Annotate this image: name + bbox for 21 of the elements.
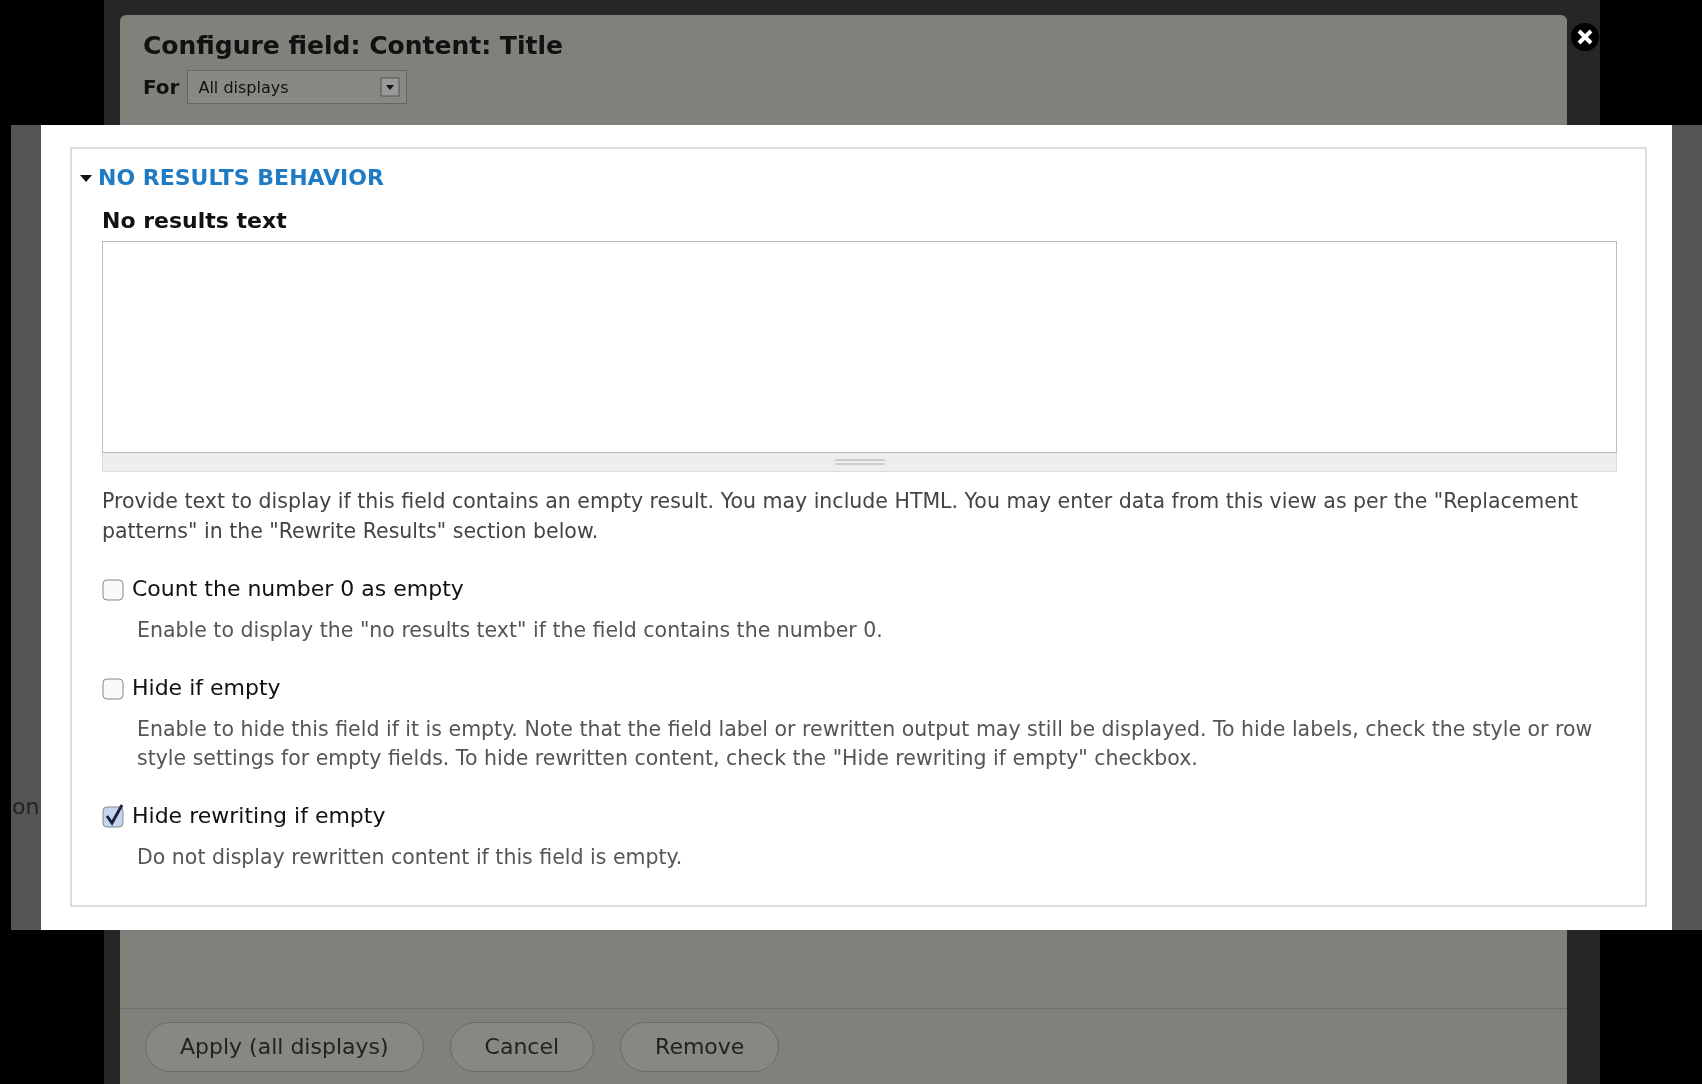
option-description: Do not display rewritten content if this field is empty. [136,844,684,871]
option-description: Enable to display the "no results text" if the field contains the number 0. [136,617,884,644]
checkbox-label[interactable]: Hide if empty [132,675,281,700]
checkbox-label[interactable]: Hide rewriting if empty [132,803,386,828]
dialog-title: Configure field: Content: Title [143,31,564,60]
field-label: No results text [102,208,288,233]
grip-lines-icon [834,459,885,465]
checkbox-label[interactable]: Count the number 0 as empty [132,576,464,601]
close-icon[interactable] [1570,22,1600,52]
dialog-button[interactable]: Remove [620,1021,780,1072]
resize-grip[interactable] [102,453,1617,472]
checkbox[interactable] [102,675,126,700]
dialog-button[interactable]: Apply (all displays) [145,1021,424,1072]
section-toggle[interactable]: NO RESULTS BEHAVIOR [80,165,1617,190]
dialog-button[interactable]: Cancel [449,1021,595,1072]
checkbox[interactable] [102,576,126,601]
display-select[interactable]: All displays [187,70,408,104]
for-label: For [143,75,180,99]
option-description: Enable to hide this field if it is empty. Note that the field label or rewritten output may still be displayed. To hide labels, check the style or row style settings for empty fields. To hide rewritten content, check the "Hide rewriting if empty" checkbox. [136,716,1594,772]
help-text: Provide text to display if this field contains an empty result. You may include HTML. You may enter data from this view as per the "Replacement patterns" in the "Rewrite Results" section below. [102,488,1579,545]
checkbox[interactable] [102,803,126,828]
